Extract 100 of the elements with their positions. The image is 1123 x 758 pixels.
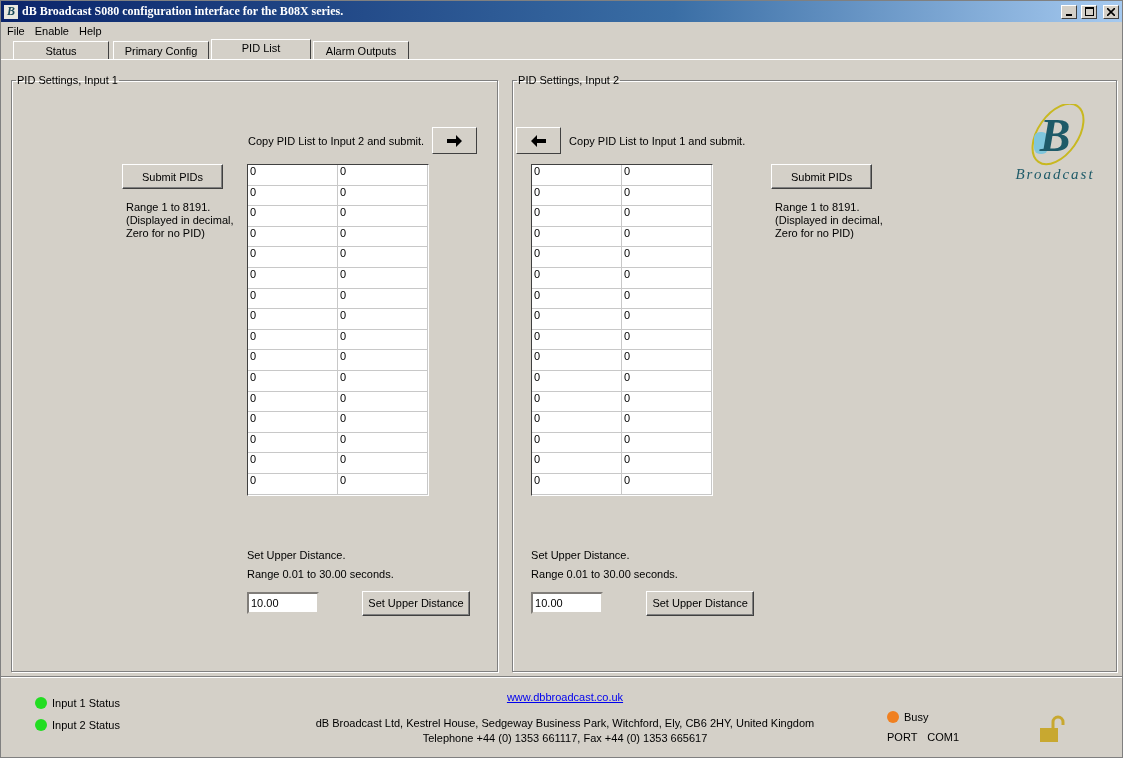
- pid-cell[interactable]: 0: [622, 288, 713, 310]
- pid-cell[interactable]: 0: [248, 412, 338, 433]
- status-label: Input 1 Status: [52, 697, 120, 709]
- copy-label: Copy PID List to Input 1 and submit.: [569, 134, 746, 147]
- pid-cell[interactable]: 0: [248, 453, 338, 474]
- pid-cell[interactable]: 0: [622, 329, 713, 351]
- pid-cell[interactable]: 0: [248, 350, 338, 371]
- pid-cell[interactable]: 0: [532, 432, 623, 454]
- maximize-button[interactable]: [1081, 4, 1097, 19]
- close-button[interactable]: [1103, 4, 1119, 19]
- port-value: COM1: [927, 731, 960, 743]
- app-icon: B: [4, 4, 18, 19]
- pid-cell[interactable]: 0: [248, 165, 338, 186]
- pid-cell[interactable]: 0: [248, 247, 338, 268]
- pid-cell[interactable]: 0: [338, 206, 428, 227]
- distance-input[interactable]: 10.00: [531, 592, 604, 614]
- pid-cell[interactable]: 0: [248, 473, 338, 495]
- pid-cell[interactable]: 0: [248, 391, 338, 413]
- pid-cell[interactable]: 0: [248, 267, 338, 289]
- pid-cell[interactable]: 0: [338, 473, 428, 495]
- logo-wordmark: Broadcast: [1015, 166, 1095, 183]
- pid-cell[interactable]: 0: [532, 206, 623, 227]
- distance-input[interactable]: 10.00: [247, 592, 319, 614]
- pid-cell[interactable]: 0: [532, 226, 623, 248]
- pid-cell[interactable]: 0: [622, 412, 713, 433]
- pid-cell[interactable]: 0: [248, 329, 338, 351]
- tab[interactable]: Primary Config: [113, 41, 209, 59]
- pid-cell[interactable]: 0: [338, 370, 428, 392]
- menu-item[interactable]: Enable: [34, 24, 69, 37]
- distance-note: Set Upper Distance. Range 0.01 to 30.00 seconds.: [247, 547, 395, 582]
- submit-pids-button[interactable]: Submit PIDs: [771, 164, 873, 189]
- pid-cell[interactable]: 0: [532, 267, 623, 289]
- menu-item[interactable]: Help: [79, 24, 102, 37]
- pid-cell[interactable]: 0: [248, 206, 338, 227]
- pid-cell[interactable]: 0: [338, 267, 428, 289]
- pid-cell[interactable]: 0: [338, 309, 428, 330]
- pid-cell[interactable]: 0: [622, 391, 713, 413]
- address-line: Telephone +44 (0) 1353 661117, Fax +44 (0) 1353 665617: [422, 731, 708, 746]
- address-line: dB Broadcast Ltd, Kestrel House, Sedgeway Business Park, Witchford, Ely, CB6 2HY, United Kingdom: [315, 716, 815, 731]
- pid-cell[interactable]: 0: [248, 185, 338, 207]
- pid-cell[interactable]: 0: [532, 247, 623, 268]
- pid-cell[interactable]: 0: [622, 350, 713, 371]
- pid-cell[interactable]: 0: [622, 247, 713, 268]
- pid-cell[interactable]: 0: [338, 247, 428, 268]
- minimize-button[interactable]: [1061, 4, 1077, 19]
- pid-cell[interactable]: 0: [338, 412, 428, 433]
- port-label: PORT: [887, 731, 918, 743]
- pid-cell[interactable]: 0: [532, 329, 623, 351]
- window-title: dB Broadcast S080 configuration interface for the B08X series.: [22, 4, 345, 19]
- pid-cell[interactable]: 0: [532, 165, 623, 186]
- tab[interactable]: Status: [13, 41, 109, 59]
- pid-cell[interactable]: 0: [622, 370, 713, 392]
- pid-cell[interactable]: 0: [622, 206, 713, 227]
- pid-cell[interactable]: 0: [532, 370, 623, 392]
- pid-cell[interactable]: 0: [338, 226, 428, 248]
- pid-cell[interactable]: 0: [622, 165, 713, 186]
- website-link[interactable]: www.dbbroadcast.co.uk: [506, 691, 624, 703]
- set-distance-button[interactable]: Set Upper Distance: [646, 590, 755, 616]
- menu-item[interactable]: File: [7, 24, 25, 37]
- tab[interactable]: PID List: [211, 39, 311, 59]
- pid-cell[interactable]: 0: [338, 453, 428, 474]
- pid-cell[interactable]: 0: [338, 329, 428, 351]
- pid-cell[interactable]: 0: [338, 350, 428, 371]
- pid-cell[interactable]: 0: [338, 288, 428, 310]
- pid-cell[interactable]: 0: [532, 391, 623, 413]
- pid-cell[interactable]: 0: [338, 432, 428, 454]
- copy-button[interactable]: [516, 127, 562, 154]
- copy-label: Copy PID List to Input 2 and submit.: [248, 134, 425, 147]
- busy-label: Busy: [904, 711, 929, 723]
- pid-cell[interactable]: 0: [622, 432, 713, 454]
- pid-cell[interactable]: 0: [248, 288, 338, 310]
- pid-cell[interactable]: 0: [532, 453, 623, 474]
- pid-cell[interactable]: 0: [532, 473, 623, 495]
- pid-cell[interactable]: 0: [532, 288, 623, 310]
- group-title: PID Settings, Input 2: [517, 74, 620, 86]
- pid-cell[interactable]: 0: [622, 473, 713, 495]
- submit-pids-button[interactable]: Submit PIDs: [122, 164, 223, 189]
- pid-cell[interactable]: 0: [248, 370, 338, 392]
- copy-button[interactable]: [432, 127, 478, 154]
- pid-cell[interactable]: 0: [622, 453, 713, 474]
- pid-cell[interactable]: 0: [338, 165, 428, 186]
- status-label: Input 2 Status: [52, 719, 120, 731]
- pid-cell[interactable]: 0: [532, 350, 623, 371]
- pid-cell[interactable]: 0: [338, 185, 428, 207]
- distance-note: Set Upper Distance. Range 0.01 to 30.00 seconds.: [531, 547, 679, 582]
- set-distance-button[interactable]: Set Upper Distance: [362, 590, 470, 616]
- tab[interactable]: Alarm Outputs: [313, 41, 409, 59]
- pid-cell[interactable]: 0: [338, 391, 428, 413]
- pid-cell[interactable]: 0: [622, 309, 713, 330]
- close-icon: [1107, 7, 1115, 16]
- maximize-icon: [1084, 7, 1094, 16]
- pid-cell[interactable]: 0: [622, 267, 713, 289]
- pid-cell[interactable]: 0: [248, 226, 338, 248]
- pid-cell[interactable]: 0: [532, 412, 623, 433]
- pid-cell[interactable]: 0: [622, 185, 713, 207]
- pid-cell[interactable]: 0: [532, 185, 623, 207]
- pid-cell[interactable]: 0: [532, 309, 623, 330]
- pid-cell[interactable]: 0: [622, 226, 713, 248]
- pid-cell[interactable]: 0: [248, 432, 338, 454]
- pid-cell[interactable]: 0: [248, 309, 338, 330]
